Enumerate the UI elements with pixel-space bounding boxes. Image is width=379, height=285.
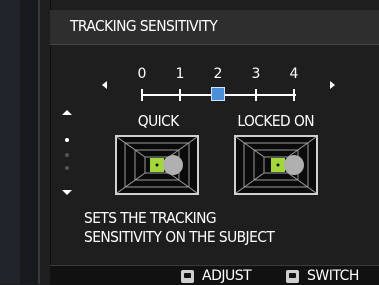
switch-hint[interactable]: SWITCH	[286, 268, 359, 284]
page-title: TRACKING SENSITIVITY	[70, 17, 218, 35]
scale-label-2: 2	[213, 66, 223, 82]
background-strip-dark	[20, 0, 38, 284]
scale-label-1: 1	[175, 66, 185, 82]
scale-tick	[293, 89, 295, 101]
locked-on-illustration	[234, 135, 318, 195]
adjust-hint[interactable]: ADJUST	[181, 268, 252, 284]
scale-tick	[255, 89, 257, 101]
scroll-down-icon[interactable]	[62, 190, 72, 195]
scroll-up-icon[interactable]	[62, 110, 72, 115]
scale-tick	[141, 89, 143, 101]
description-line-1: SETS THE TRACKING	[84, 209, 217, 227]
switch-button-icon	[286, 269, 299, 283]
scale-thumb[interactable]	[211, 87, 225, 101]
background-strip	[0, 0, 20, 284]
scale-label-3: 3	[251, 66, 261, 82]
locked-on-label: LOCKED ON	[237, 112, 315, 130]
scale-tick	[179, 89, 181, 101]
description-line-2: SENSITIVITY ON THE SUBJECT	[84, 228, 275, 246]
quick-illustration	[115, 135, 199, 195]
scale-label-0: 0	[137, 66, 147, 82]
page-dot	[65, 153, 69, 157]
sensitivity-scale[interactable]: 0 1 2 3 4	[120, 66, 320, 116]
quick-label: QUICK	[137, 112, 180, 130]
page-dot	[65, 166, 69, 170]
description-text: SETS THE TRACKING SENSITIVITY ON THE SUB…	[84, 209, 275, 247]
page-indicator	[61, 110, 73, 200]
adjust-label: ADJUST	[202, 268, 252, 284]
switch-label: SWITCH	[307, 268, 359, 284]
scale-label-4: 4	[289, 66, 299, 82]
decrease-arrow-icon[interactable]	[102, 81, 107, 89]
increase-arrow-icon[interactable]	[330, 81, 335, 89]
page-dot-active	[65, 138, 69, 142]
dial-button-icon	[181, 269, 194, 283]
